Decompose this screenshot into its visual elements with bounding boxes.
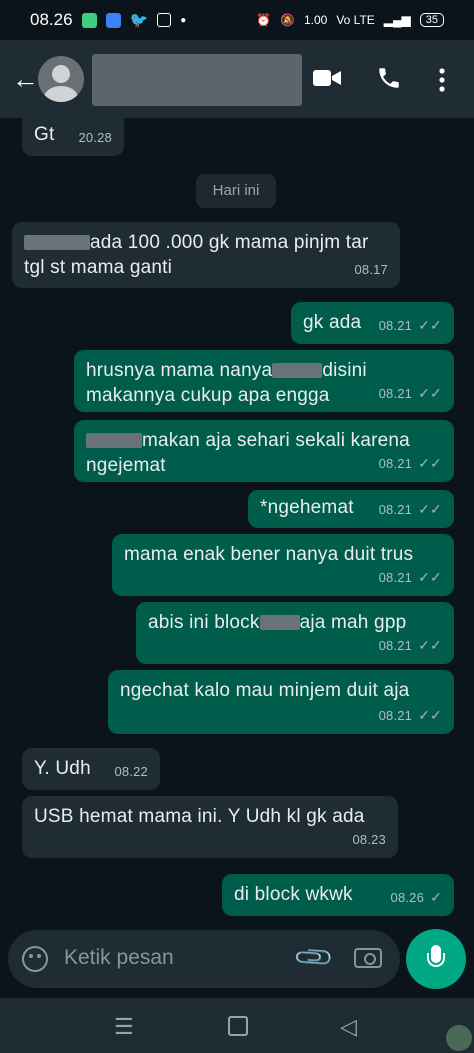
- message-in[interactable]: USB hemat mama ini. Y Udh kl gk ada 08.2…: [22, 796, 398, 858]
- calendar-icon: [157, 13, 172, 27]
- double-check-icon: ✓✓: [418, 317, 442, 333]
- redacted-text: [24, 235, 90, 251]
- back-nav-icon[interactable]: ◁: [340, 1014, 357, 1040]
- floating-avatar[interactable]: [446, 1025, 472, 1051]
- double-check-icon: ✓✓: [418, 637, 442, 653]
- message-out[interactable]: ngechat kalo mau minjem duit aja 08.21 ✓✓: [108, 670, 454, 734]
- double-check-icon: ✓✓: [418, 569, 442, 585]
- double-check-icon: ✓✓: [418, 707, 442, 723]
- message-out[interactable]: abis ini block aja mah gpp 08.21 ✓✓: [136, 602, 454, 664]
- message-out[interactable]: gk ada 08.21 ✓✓: [291, 302, 454, 344]
- double-check-icon: ✓✓: [418, 501, 442, 517]
- phone-icon[interactable]: [376, 65, 402, 91]
- message-out[interactable]: di block wkwk 08.26 ✓: [222, 874, 454, 916]
- contact-avatar[interactable]: [38, 56, 84, 102]
- system-nav-bar: ☰ ◁: [0, 998, 474, 1053]
- more-vert-icon[interactable]: [438, 67, 446, 93]
- video-call-icon[interactable]: [312, 67, 342, 89]
- redacted-text: [86, 433, 142, 449]
- contact-name-redacted[interactable]: [92, 54, 302, 106]
- redacted-text: [259, 615, 300, 631]
- message-input-bar[interactable]: Ketik pesan 📎: [8, 930, 400, 988]
- net-speed: 1.00: [303, 13, 328, 27]
- recents-icon[interactable]: ☰: [114, 1014, 134, 1040]
- single-check-icon: ✓: [430, 889, 442, 905]
- message-out[interactable]: hrusnya mama nanya disini makannya cukup …: [74, 350, 454, 412]
- messenger-icon: [105, 12, 121, 28]
- chat-area[interactable]: Gt 20.28 Hari ini ada 100 .000 gk mama p…: [0, 118, 474, 930]
- attach-clip-icon[interactable]: 📎: [292, 935, 337, 980]
- signal-icon: ▂▄▆: [383, 13, 411, 27]
- arrow-left-icon[interactable]: ←: [12, 64, 39, 95]
- message-out[interactable]: mama enak bener nanya duit trus 08.21 ✓✓: [112, 534, 454, 596]
- double-check-icon: ✓✓: [418, 455, 442, 471]
- volte-indicator: Vo LTE: [336, 13, 375, 27]
- alarm-icon: ⏰: [256, 13, 271, 27]
- camera-icon[interactable]: [354, 948, 382, 968]
- message-input[interactable]: Ketik pesan: [64, 946, 174, 970]
- mute-icon: 🔕: [280, 13, 295, 27]
- chat-header: ←: [0, 40, 474, 118]
- mic-button[interactable]: [406, 929, 466, 989]
- message-in[interactable]: ada 100 .000 gk mama pinjm tar tgl st ma…: [12, 222, 400, 288]
- status-bar: 08.26 🐦 ● ⏰ 🔕 1.00 Vo LTE ▂▄▆ 35: [0, 0, 474, 40]
- date-chip: Hari ini: [196, 174, 276, 208]
- status-time: 08.26: [30, 10, 73, 29]
- message-in[interactable]: Y. Udh 08.22: [22, 748, 160, 790]
- redacted-text: [272, 363, 323, 379]
- dot-icon: ●: [180, 14, 187, 26]
- double-check-icon: ✓✓: [418, 385, 442, 401]
- message-out[interactable]: *ngehemat 08.21 ✓✓: [248, 490, 454, 528]
- emoji-icon[interactable]: [22, 946, 48, 972]
- twitter-icon: 🐦: [129, 12, 149, 29]
- message-in[interactable]: Gt 20.28: [22, 118, 124, 156]
- message-out[interactable]: makan aja sehari sekali karena ngejemat …: [74, 420, 454, 482]
- home-icon[interactable]: [228, 1016, 248, 1036]
- app-notification-icon: [81, 12, 97, 28]
- battery-indicator: 35: [419, 13, 444, 27]
